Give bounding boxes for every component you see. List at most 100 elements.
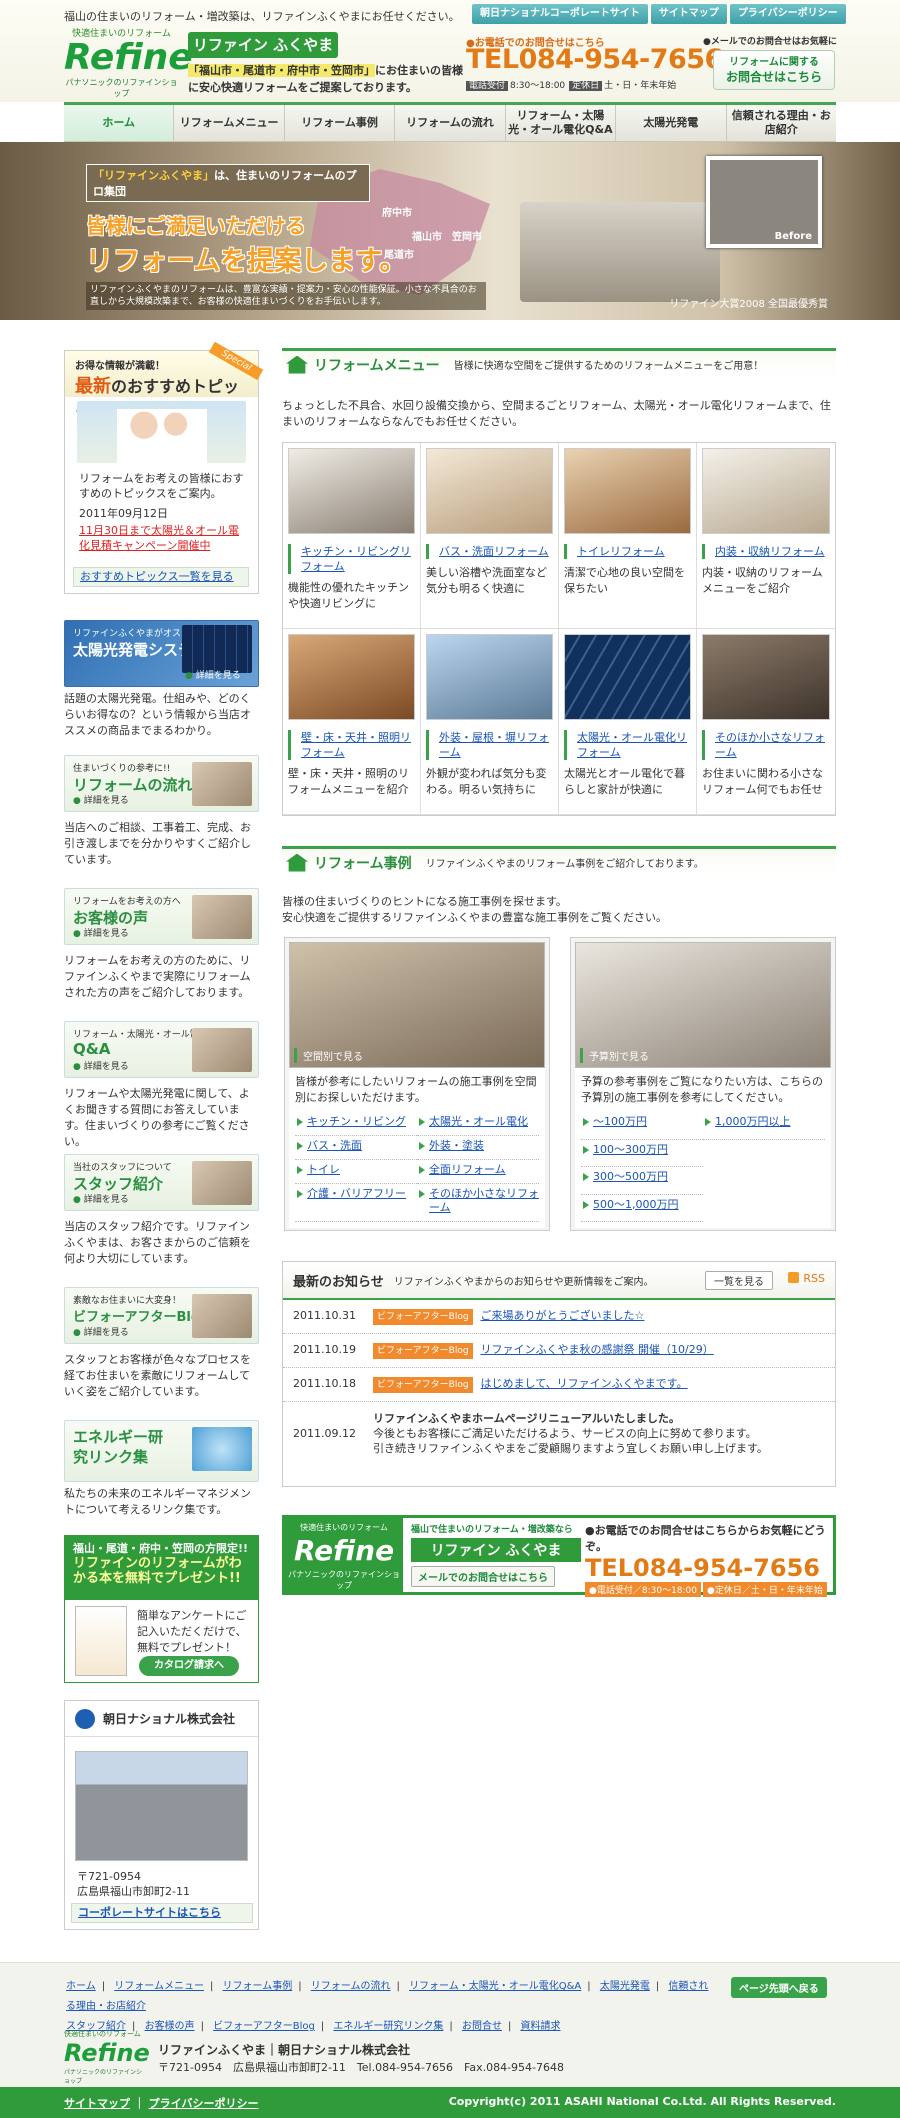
menu-link[interactable]: バス・洗面リフォーム (439, 545, 549, 558)
sitemap-link[interactable]: サイトマップ (64, 2097, 130, 2110)
topics-campaign-link[interactable]: 11月30日まで太陽光＆オール電化見積キャンペーン開催中 (65, 521, 258, 555)
nav-qa[interactable]: リフォーム・太陽光・オール電化Q&A (506, 105, 617, 141)
voice-banner[interactable]: リフォームをお考えの方へ お客様の声 詳細を見る (64, 888, 259, 945)
solar-text: 話題の太陽光発電。仕組みや、どのくらいお得なの？という情報から当店オススメの商品… (64, 692, 251, 737)
corporate-site-link[interactable]: コーポレートサイトはこちら (71, 1903, 253, 1923)
menu-grid: キッチン・リビングリフォーム 機能性の優れたキッチンや快適リビングに バス・洗面リ… (282, 442, 836, 816)
budget-cases-image[interactable]: 予算別で見る (575, 942, 831, 1068)
banner-detail: 詳細を見る (185, 668, 241, 681)
asahi-address: 〒721-0954 広島県福山市卸町2-11 (65, 1869, 258, 1899)
privacy-policy-link[interactable]: プライバシーポリシー (729, 4, 846, 24)
menu-link[interactable]: キッチン・リビングリフォーム (301, 545, 411, 573)
contact-line1: リフォームに関する (729, 57, 819, 68)
cta-logo-sub: パナソニックのリファインショップ (288, 1570, 400, 1590)
news-link[interactable]: リファインふくやま秋の感謝祭 開催（10/29） (481, 1343, 714, 1357)
news-category: ビフォーアフターBlog (373, 1377, 473, 1393)
banner-detail: 詳細を見る (73, 1325, 129, 1338)
flow-banner[interactable]: 住まいづくりの参考に!! リフォームの流れ 詳細を見る (64, 755, 259, 812)
banner-thumb (192, 762, 252, 806)
case-link[interactable]: 太陽光・オール電化 (417, 1112, 539, 1136)
space-cases-image[interactable]: 空間別で見る (289, 942, 545, 1068)
corporate-site-link[interactable]: 朝日ナショナルコーポレートサイト (472, 4, 648, 24)
cta-tel-note: ●お電話でのお問合せはこちらからお気軽にどうぞ。 (585, 1524, 826, 1553)
case-link[interactable]: 1,000万円以上 (703, 1112, 825, 1140)
before-label: Before (774, 231, 812, 242)
catalog-request-button[interactable]: カタログ請求へ (139, 1656, 239, 1676)
news-header: 最新のお知らせ リファインふくやまからのお知らせや更新情報をご案内。 一覧を見る… (283, 1262, 835, 1300)
nav-reform-menu[interactable]: リフォームメニュー (174, 105, 285, 141)
case-link[interactable]: トイレ (295, 1160, 417, 1184)
staff-banner[interactable]: 当社のスタッフについて スタッフ紹介 詳細を見る (64, 1154, 259, 1211)
footer-link[interactable]: 太陽光発電 (600, 1981, 650, 1992)
city-label: 笠岡市 (452, 232, 482, 243)
footer-link[interactable]: ビフォーアフターBlog (213, 2021, 315, 2032)
menu-link[interactable]: 太陽光・オール電化リフォーム (577, 731, 687, 759)
contact-cta-banner[interactable]: 快適住まいのリフォーム Refine パナソニックのリファインショップ 福山で住まい… (282, 1515, 836, 1597)
case-link[interactable]: バス・洗面 (295, 1136, 417, 1160)
case-link[interactable]: キッチン・リビング (295, 1112, 417, 1136)
nav-home[interactable]: ホーム (64, 105, 175, 141)
privacy-policy-link[interactable]: プライバシーポリシー (149, 2097, 259, 2110)
menu-link-wrap: キッチン・リビングリフォーム (288, 544, 415, 574)
qa-banner[interactable]: リフォーム・太陽光・オール電化 Q&A 詳細を見る (64, 1021, 259, 1078)
menu-title: リフォームメニュー (314, 357, 440, 374)
case-link[interactable]: 全面リフォーム (417, 1160, 539, 1184)
business-hours: 電話受付 8:30〜18:00 定休日 土・日・年末年始 (466, 78, 676, 91)
menu-text: 外観が変われば気分も変わる。明るい気持ちに (426, 767, 547, 796)
asahi-building-photo (75, 1751, 248, 1861)
footer-link[interactable]: エネルギー研究リンク集 (333, 2021, 443, 2032)
news-body-title: リファインふくやまホームページリニューアルいたしました。 (373, 1412, 680, 1425)
nav-solar[interactable]: 太陽光発電 (616, 105, 727, 141)
rss-link[interactable]: RSS (788, 1272, 825, 1285)
refine-logo[interactable]: 快適住まいのリフォーム Refine パナソニックのリファインショップ (64, 26, 193, 98)
menu-image (426, 448, 553, 534)
logo-main: Refine (64, 37, 193, 78)
energy-banner[interactable]: エネルギー研究リンク集 (64, 1420, 259, 1482)
news-link[interactable]: ご来場ありがとうございました☆ (481, 1309, 645, 1323)
case-link[interactable]: 介護・バリアフリー (295, 1184, 417, 1222)
menu-link[interactable]: そのほか小さなリフォーム (715, 731, 825, 759)
cta-mid-small: 福山で住まいのリフォーム・増改築なら (411, 1525, 573, 1535)
case-link[interactable]: 外装・塗装 (417, 1136, 539, 1160)
footer-link[interactable]: 資料請求 (521, 2021, 561, 2032)
footer-link[interactable]: リフォーム・太陽光・オール電化Q&A (409, 1981, 581, 1992)
case-link[interactable]: 300〜500万円 (581, 1167, 703, 1195)
footer-link[interactable]: お客様の声 (145, 2021, 195, 2032)
news-link[interactable]: はじめまして、リファインふくやまです。 (481, 1377, 688, 1391)
case-link[interactable]: 100〜300万円 (581, 1140, 703, 1167)
cta-mail-button[interactable]: メールでのお問合せはこちら (411, 1566, 555, 1587)
footer-link[interactable]: リフォームメニュー (114, 1981, 204, 1992)
budget-cases-links: 〜100万円 1,000万円以上 100〜300万円 300〜500万円 500… (575, 1110, 831, 1228)
page-top-button[interactable]: ページ先頭へ戻る (731, 1977, 827, 1998)
sitemap-link[interactable]: サイトマップ (650, 4, 727, 24)
news-list-button[interactable]: 一覧を見る (705, 1271, 773, 1290)
menu-link[interactable]: 壁・床・天井・照明リフォーム (301, 731, 411, 759)
menu-link[interactable]: 内装・収納リフォーム (715, 545, 825, 558)
contact-button[interactable]: リフォームに関する お問合せはこちら (713, 50, 835, 90)
footer-link[interactable]: リフォームの流れ (311, 1981, 391, 1992)
footer-link[interactable]: お問合せ (462, 2021, 502, 2032)
nav-reform-cases[interactable]: リフォーム事例 (285, 105, 396, 141)
nav-reform-flow[interactable]: リフォームの流れ (395, 105, 506, 141)
case-link[interactable]: 〜100万円 (581, 1112, 703, 1140)
header-phone: TEL084-954-7656 (466, 44, 723, 75)
blog-banner[interactable]: 素敵なお住まいに大変身！ ビフォーアフターBlog 詳細を見る (64, 1287, 259, 1344)
case-link[interactable]: 500〜1,000万円 (581, 1195, 703, 1222)
banner-title: リフォームの流れ (73, 776, 193, 794)
nav-about[interactable]: 信頼される理由・お店紹介 (727, 105, 836, 141)
footer-bar: サイトマップ ｜ プライバシーポリシー Copyright(c) 2011 AS… (0, 2087, 900, 2118)
footer-logo[interactable]: 快適住まいのリフォーム Refine パナソニックのリファインショップ (64, 2029, 150, 2085)
sep: | (200, 2021, 204, 2032)
case-link[interactable]: そのほか小さなリフォーム (417, 1184, 539, 1222)
topics-more-link[interactable]: おすすめトピックス一覧を見る (73, 567, 249, 587)
budget-cases-text: 予算の参考事例をご覧になりたい方は、こちらの予算別の施工事例を参考にしてください… (575, 1068, 831, 1110)
solar-banner[interactable]: リファインふくやまがオススメ！ 太陽光発電システム 詳細を見る (64, 620, 259, 687)
flow-text: 当店へのご相談、工事着工、完成、お引き渡しまでを分かりやすくご紹介しています。 (64, 821, 251, 866)
menu-image (288, 634, 415, 720)
banner-subtitle: リフォーム・太陽光・オール電化 (73, 1030, 208, 1040)
menu-link[interactable]: 外装・屋根・塀リフォーム (439, 731, 549, 759)
news-desc: リファインふくやまからのお知らせや更新情報をご案内。 (393, 1276, 654, 1288)
menu-link[interactable]: トイレリフォーム (577, 545, 665, 558)
footer-link[interactable]: リフォーム事例 (223, 1981, 293, 1992)
footer-link[interactable]: ホーム (66, 1981, 96, 1992)
